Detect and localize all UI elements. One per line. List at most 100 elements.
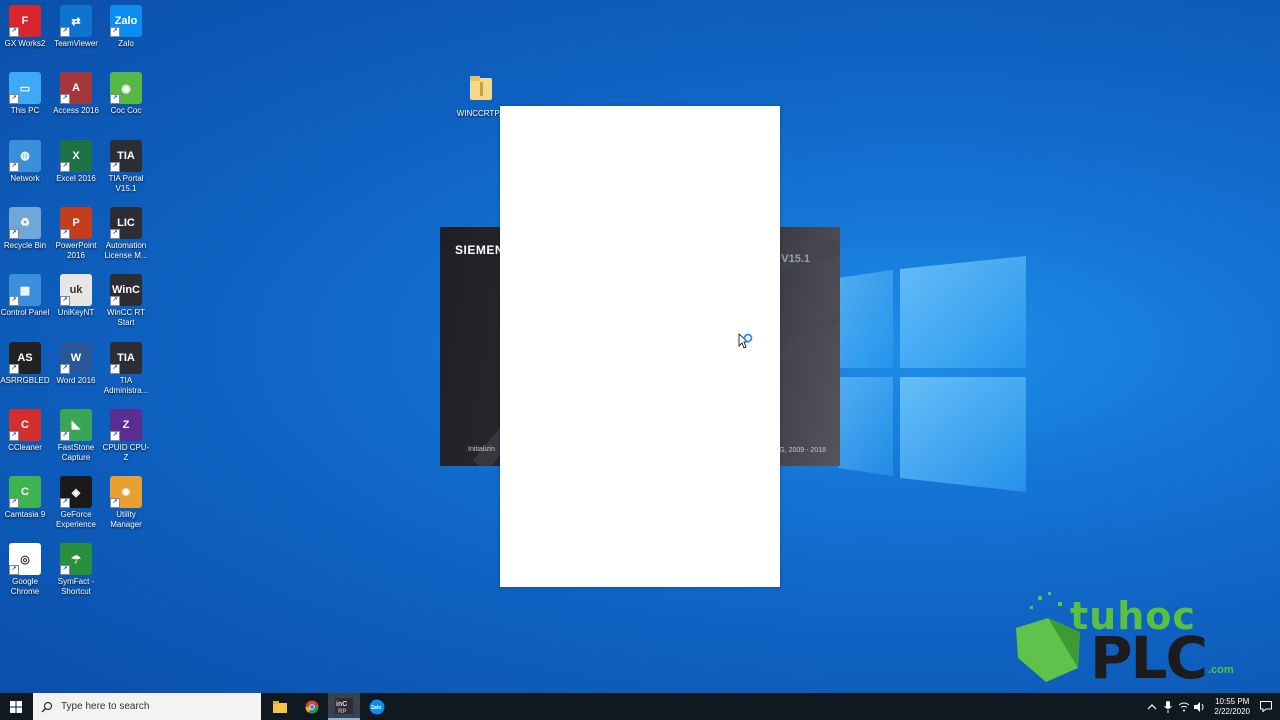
desktop-icon[interactable]: ◍ ↗ Network xyxy=(0,139,50,184)
desktop-icon[interactable]: ☂ ↗ SymFact - Shortcut xyxy=(51,543,101,597)
desktop-icon[interactable]: uk ↗ UniKeyNT xyxy=(51,274,101,318)
taskbar-file-explorer[interactable] xyxy=(264,693,296,720)
desktop-app-icon: WinC ↗ xyxy=(110,274,142,307)
splash-version: V15.1 xyxy=(781,253,810,265)
desktop-app-icon: ◈ ↗ xyxy=(60,476,92,509)
shortcut-arrow-icon: ↗ xyxy=(110,498,120,509)
desktop-icon-label: Word 2016 xyxy=(56,375,96,385)
desktop-icon-label: PowerPoint 2016 xyxy=(55,240,97,260)
svg-text:Zalo: Zalo xyxy=(371,705,381,711)
shortcut-arrow-icon: ↗ xyxy=(60,363,70,374)
shortcut-arrow-icon: ↗ xyxy=(110,27,120,37)
taskbar-search-box[interactable]: Type here to search xyxy=(33,693,261,720)
splash-copyright: G, 2009 - 2018 xyxy=(779,447,826,454)
shortcut-arrow-icon: ↗ xyxy=(9,296,19,307)
shortcut-arrow-icon: ↗ xyxy=(9,94,19,105)
svg-text:inC: inC xyxy=(336,701,347,708)
desktop-icon-label: WinCC RT Start xyxy=(106,308,146,328)
notifications-icon[interactable] xyxy=(1258,693,1274,720)
chrome-icon xyxy=(305,700,319,713)
desktop-icon[interactable]: ◉ ↗ Coc Coc xyxy=(101,72,151,116)
start-button[interactable] xyxy=(0,693,32,720)
desktop-icon[interactable]: W ↗ Word 2016 xyxy=(51,341,101,386)
shortcut-arrow-icon: ↗ xyxy=(60,161,70,172)
taskbar-wincc-rt[interactable]: inC RP xyxy=(328,693,360,720)
shortcut-arrow-icon: ↗ xyxy=(110,296,120,307)
desktop-icon[interactable]: ▦ ↗ Control Panel xyxy=(0,274,50,318)
desktop-icon[interactable]: Zalo ↗ Zalo xyxy=(101,5,151,49)
desktop-app-icon: ⇄ ↗ xyxy=(60,5,92,37)
desktop-icon[interactable]: ▭ ↗ This PC xyxy=(0,72,50,116)
clock-time: 10:55 PM xyxy=(1215,696,1250,706)
desktop-app-icon: ▦ ↗ xyxy=(9,274,41,307)
desktop-icon-label: ASRRGBLED xyxy=(0,375,50,385)
desktop-app-icon: ◉ ↗ xyxy=(110,72,142,105)
desktop-icon[interactable]: ◣ ↗ FastStone Capture xyxy=(51,408,101,463)
wifi-icon[interactable] xyxy=(1176,693,1192,720)
desktop-app-icon: Zalo ↗ xyxy=(110,5,142,37)
desktop-icon[interactable]: WinC ↗ WinCC RT Start xyxy=(101,274,151,328)
desktop-app-icon: F ↗ xyxy=(9,5,41,37)
taskbar-clock[interactable]: 10:55 PM 2/22/2020 xyxy=(1214,697,1250,717)
windows-start-icon xyxy=(10,700,22,713)
taskbar: Type here to search inC RP Zalo 10:55 PM… xyxy=(0,693,1280,720)
shortcut-arrow-icon: ↗ xyxy=(60,228,70,239)
folder-icon xyxy=(273,700,287,713)
microphone-icon[interactable] xyxy=(1160,693,1176,720)
shortcut-arrow-icon: ↗ xyxy=(110,228,120,239)
desktop-icon-label: TIA Portal V15.1 xyxy=(108,173,144,193)
shortcut-arrow-icon: ↗ xyxy=(60,296,70,307)
desktop-icon-label: Google Chrome xyxy=(10,577,40,597)
desktop-app-icon: Z ↗ xyxy=(110,408,142,441)
desktop-icon[interactable]: ⇄ ↗ TeamViewer xyxy=(51,5,101,49)
desktop-icon[interactable]: P ↗ PowerPoint 2016 xyxy=(51,206,101,261)
shortcut-arrow-icon: ↗ xyxy=(60,27,70,37)
desktop-app-icon: A ↗ xyxy=(60,72,92,105)
shortcut-arrow-icon: ↗ xyxy=(110,161,120,172)
desktop-icon[interactable]: ♻ ↗ Recycle Bin xyxy=(0,206,50,251)
watermark-bottom-text: PLC xyxy=(1090,624,1208,692)
desktop-icon[interactable]: TIA ↗ TIA Portal V15.1 xyxy=(101,139,151,194)
splash-brand: SIEMEN xyxy=(455,243,505,257)
busy-cursor-icon xyxy=(738,333,753,349)
volume-icon[interactable] xyxy=(1192,693,1208,720)
desktop-app-icon: P ↗ xyxy=(60,206,92,239)
splash-status: Initializin xyxy=(468,446,495,453)
folder-zip-icon xyxy=(470,76,492,100)
desktop-icon[interactable]: Z ↗ CPUID CPU-Z xyxy=(101,408,151,463)
desktop-icon[interactable]: ✹ ↗ Utility Manager xyxy=(101,476,151,530)
desktop-icon[interactable]: C ↗ Camtasia 9 xyxy=(0,476,50,520)
desktop-icon-label: Recycle Bin xyxy=(3,240,47,250)
desktop-icon-label: Utility Manager xyxy=(110,510,142,530)
desktop-icon[interactable]: AS ↗ ASRRGBLED xyxy=(0,341,50,386)
desktop-app-icon: C ↗ xyxy=(9,476,41,509)
desktop-icon[interactable]: ◈ ↗ GeForce Experience xyxy=(51,476,101,530)
desktop-icon-label: Excel 2016 xyxy=(56,173,96,183)
desktop-icon[interactable]: TIA ↗ TIA Administra... xyxy=(101,341,151,396)
desktop-icon-label: Zalo xyxy=(118,39,134,48)
desktop-app-icon: ◣ ↗ xyxy=(60,408,92,441)
desktop-icon[interactable]: A ↗ Access 2016 xyxy=(51,72,101,116)
desktop-icon[interactable]: LIC ↗ Automation License M... xyxy=(101,206,151,261)
desktop-app-icon: TIA ↗ xyxy=(110,139,142,172)
search-icon xyxy=(41,701,53,712)
desktop-icon-label: Camtasia 9 xyxy=(4,510,46,520)
desktop-icon-label: FastStone Capture xyxy=(57,442,95,462)
desktop-icon-label: CCleaner xyxy=(8,442,42,452)
shortcut-arrow-icon: ↗ xyxy=(110,363,120,374)
taskbar-zalo[interactable]: Zalo xyxy=(361,693,393,720)
desktop-icon[interactable]: F ↗ GX Works2 xyxy=(0,5,50,49)
shortcut-arrow-icon: ↗ xyxy=(110,94,120,105)
desktop-icon-label: Access 2016 xyxy=(53,106,99,116)
desktop-icon[interactable]: X ↗ Excel 2016 xyxy=(51,139,101,184)
tray-expand-chevron-icon[interactable] xyxy=(1144,693,1160,720)
desktop-icon[interactable]: C ↗ CCleaner xyxy=(0,408,50,453)
desktop-app-icon: W ↗ xyxy=(60,341,92,374)
shortcut-arrow-icon: ↗ xyxy=(9,363,19,374)
desktop-icon-label: CPUID CPU-Z xyxy=(102,442,150,462)
desktop-icon-label: TIA Administra... xyxy=(103,375,149,395)
desktop-icon[interactable]: ◎ ↗ Google Chrome xyxy=(0,543,50,597)
shortcut-arrow-icon: ↗ xyxy=(60,94,70,105)
taskbar-chrome[interactable] xyxy=(296,693,328,720)
shortcut-arrow-icon: ↗ xyxy=(60,565,70,576)
